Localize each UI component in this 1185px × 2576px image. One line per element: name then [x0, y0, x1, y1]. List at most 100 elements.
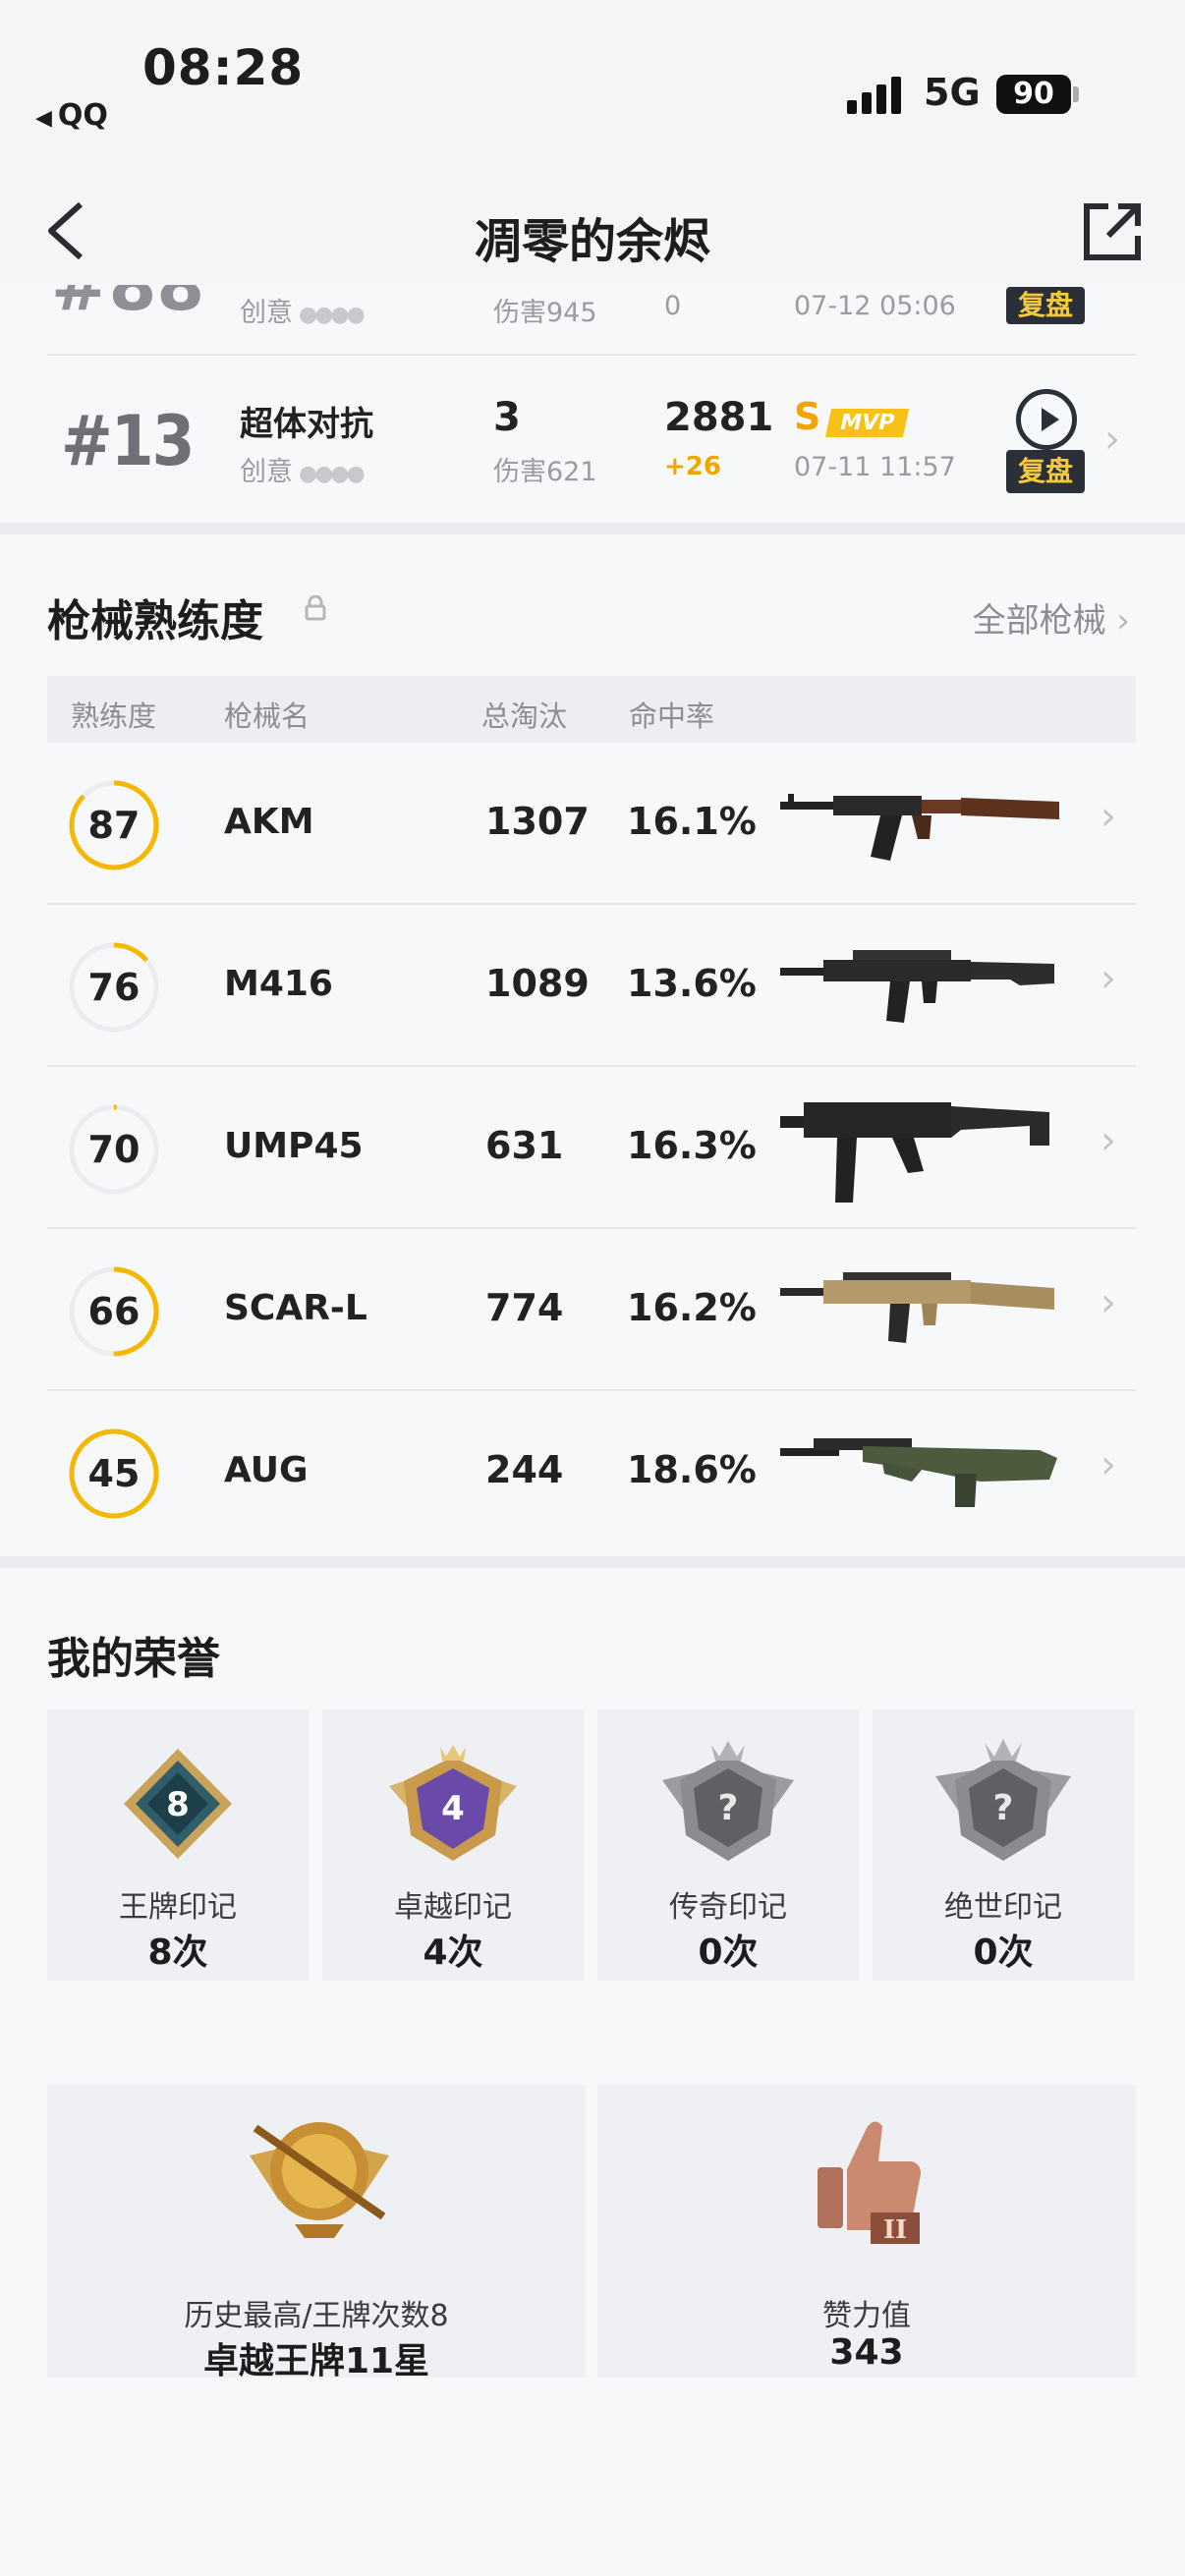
chevron-right-icon: › — [1100, 1280, 1116, 1325]
honor-label: 王牌印记 — [119, 1890, 237, 1925]
chevron-right-icon: › — [1100, 1118, 1116, 1163]
honor-label: 绝世印记 — [944, 1890, 1062, 1925]
svg-text:?: ? — [718, 1788, 739, 1828]
gun-name: SCAR-L — [224, 1288, 367, 1328]
match-mode-sub: 创意 ●●●● — [240, 298, 366, 328]
all-guns-link[interactable]: 全部枪械 › — [973, 593, 1130, 642]
gun-row[interactable]: 76 M416 1089 13.6% › — [47, 905, 1136, 1067]
match-score: 2881 — [664, 395, 774, 440]
honor-card-best-tier[interactable]: 历史最高/王牌次数8 卓越王牌11星 — [47, 2085, 586, 2381]
header-hit-rate: 命中率 — [629, 700, 715, 733]
page-title: 凋零的余烬 — [474, 214, 710, 269]
gun-hit-rate: 18.6% — [627, 1448, 757, 1491]
match-score-delta: +26 — [664, 452, 721, 481]
gun-name: AUG — [224, 1450, 309, 1490]
gun-name: AKM — [224, 802, 314, 842]
gun-row[interactable]: 45 AUG 244 18.6% › — [47, 1391, 1136, 1553]
chevron-right-icon: › — [1100, 794, 1116, 839]
back-triangle-icon: ◀ — [35, 106, 52, 131]
status-bar: 08:28 ◀ QQ 5G 90 — [0, 0, 1185, 147]
mvp-badge: MVP — [825, 409, 910, 437]
gun-hit-rate: 16.3% — [627, 1124, 757, 1167]
svg-text:II: II — [883, 2215, 907, 2245]
signal-icon — [847, 75, 906, 114]
honor-label: 赞力值 — [822, 2299, 911, 2333]
chevron-right-icon: › — [1116, 601, 1130, 641]
mastery-value: 45 — [87, 1452, 141, 1495]
honor-card-peerless[interactable]: ? 绝世印记 0次 — [873, 1709, 1134, 1981]
chevron-right-icon: › — [1100, 956, 1116, 1001]
section-gap — [0, 1556, 1185, 1568]
match-row-partial[interactable]: #88 创意 ●●●● 伤害945 0 07-12 05:06 复盘 — [0, 285, 1185, 354]
tier-emblem-icon — [250, 2122, 389, 2238]
match-damage: 伤害621 — [493, 457, 597, 487]
chevron-right-icon: › — [1100, 1442, 1116, 1487]
battery-icon: 90 — [996, 75, 1071, 114]
peerless-badge-icon: ? — [935, 1739, 1071, 1861]
status-time: 08:28 — [142, 39, 305, 96]
mastery-value: 70 — [87, 1128, 141, 1171]
gun-hit-rate: 16.2% — [627, 1286, 757, 1329]
akm-rifle-icon — [780, 794, 1059, 861]
gun-kills: 774 — [485, 1286, 564, 1329]
battery-tip — [1073, 86, 1079, 102]
excellence-badge-icon: 4 — [389, 1745, 517, 1861]
honor-count: 4次 — [423, 1932, 483, 1973]
honor-card-likes[interactable]: II 赞力值 343 — [597, 2085, 1136, 2378]
play-replay-icon[interactable] — [1016, 389, 1077, 450]
table-header: 熟练度 枪械名 总淘汰 命中率 — [47, 676, 1136, 743]
honor-card-excellence[interactable]: 4 卓越印记 4次 — [322, 1709, 584, 1981]
match-kills: 3 — [493, 395, 521, 440]
thumbs-up-icon: II — [818, 2121, 921, 2245]
squad-icon: ●●●● — [299, 462, 366, 486]
mastery-value: 76 — [87, 966, 141, 1009]
squad-icon: ●●●● — [299, 303, 366, 327]
gun-row[interactable]: 70 UMP45 631 16.3% › — [47, 1067, 1136, 1229]
gun-name: M416 — [224, 964, 333, 1004]
honor-count: 0次 — [973, 1932, 1034, 1973]
match-mode-sub: 创意 ●●●● — [240, 457, 366, 487]
honor-card-ace[interactable]: 8 王牌印记 8次 — [47, 1709, 309, 1981]
section-title: 枪械熟练度 — [47, 596, 263, 646]
aug-rifle-icon — [780, 1438, 1057, 1507]
ace-badge-icon: 8 — [124, 1749, 232, 1859]
chevron-right-icon: › — [1104, 417, 1120, 462]
honor-value: 343 — [829, 2332, 904, 2373]
honor-label: 传奇印记 — [669, 1890, 787, 1925]
honor-label: 卓越印记 — [394, 1890, 512, 1925]
honor-count: 0次 — [698, 1932, 759, 1973]
svg-text:4: 4 — [441, 1789, 465, 1828]
gun-row[interactable]: 66 SCAR-L 774 16.2% › — [47, 1229, 1136, 1391]
back-to-app[interactable]: ◀ QQ — [35, 98, 108, 133]
honor-count: 8次 — [147, 1932, 208, 1973]
gun-row[interactable]: 87 AKM 1307 16.1% › — [47, 743, 1136, 905]
share-icon[interactable] — [1081, 200, 1144, 263]
network-type: 5G — [924, 71, 981, 114]
gun-kills: 1089 — [485, 962, 590, 1005]
back-app-label: QQ — [57, 98, 108, 133]
gun-kills: 1307 — [485, 800, 590, 843]
match-time: 07-11 11:57 — [794, 452, 956, 482]
grade-letter: S — [794, 395, 821, 438]
match-grade: S MVP — [794, 395, 910, 438]
header-mastery: 熟练度 — [71, 700, 157, 733]
gun-kills: 631 — [485, 1124, 564, 1167]
svg-text:?: ? — [993, 1788, 1014, 1828]
replay-button[interactable]: 复盘 — [1006, 287, 1085, 324]
header-name: 枪械名 — [224, 700, 310, 733]
lock-icon[interactable] — [305, 595, 326, 621]
m416-rifle-icon — [780, 950, 1054, 1023]
mastery-value: 87 — [87, 804, 141, 847]
honors-section: 我的荣誉 8 王牌印记 8次 4 卓越印记 4次 ? 传奇印记 0次 ? 绝世印… — [0, 1568, 1185, 2576]
honor-card-legend[interactable]: ? 传奇印记 0次 — [597, 1709, 859, 1981]
nav-bar: 凋零的余烬 — [0, 167, 1185, 295]
match-rank: #13 — [61, 401, 195, 481]
replay-button[interactable]: 复盘 — [1006, 450, 1085, 493]
match-row[interactable]: #13 超体对抗 创意 ●●●● 3 伤害621 2881 +26 S MVP 07… — [0, 356, 1185, 523]
match-time: 07-12 05:06 — [794, 291, 956, 321]
section-gap — [0, 523, 1185, 534]
gun-mastery-section: 枪械熟练度 全部枪械 › 熟练度 枪械名 总淘汰 命中率 87 AKM 1307… — [0, 534, 1185, 1556]
ump45-smg-icon — [780, 1102, 1049, 1203]
match-kills: 0 — [664, 291, 682, 321]
match-rank: #88 — [51, 285, 205, 326]
